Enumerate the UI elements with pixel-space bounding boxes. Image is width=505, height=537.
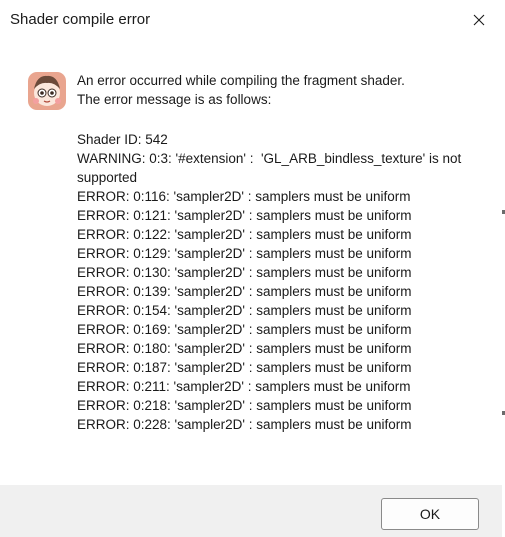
error-line: ERROR: 0:121: 'sampler2D' : samplers mus… [77, 208, 412, 223]
app-mascot-icon [28, 72, 66, 110]
error-line: ERROR: 0:139: 'sampler2D' : samplers mus… [77, 284, 412, 299]
error-line: ERROR: 0:187: 'sampler2D' : samplers mus… [77, 360, 412, 375]
error-line: ERROR: 0:228: 'sampler2D' : samplers mus… [77, 417, 412, 432]
error-line: ERROR: 0:218: 'sampler2D' : samplers mus… [77, 398, 412, 413]
title-bar: Shader compile error [0, 0, 502, 39]
error-line: ERROR: 0:169: 'sampler2D' : samplers mus… [77, 322, 412, 337]
ok-button[interactable]: OK [381, 498, 479, 530]
window-title: Shader compile error [10, 11, 151, 28]
error-line: ERROR: 0:129: 'sampler2D' : samplers mus… [77, 246, 412, 261]
button-bar: OK [0, 485, 502, 537]
error-line: ERROR: 0:116: 'sampler2D' : samplers mus… [77, 189, 411, 204]
error-line: ERROR: 0:130: 'sampler2D' : samplers mus… [77, 265, 412, 280]
error-line: ERROR: 0:122: 'sampler2D' : samplers mus… [77, 227, 412, 242]
error-details: Shader ID: 542 WARNING: 0:3: '#extension… [77, 130, 477, 434]
message-area: An error occurred while compiling the fr… [0, 39, 502, 485]
warning-line: WARNING: 0:3: '#extension' : 'GL_ARB_bin… [77, 151, 466, 185]
error-heading-line1: An error occurred while compiling the fr… [77, 73, 405, 88]
close-icon [473, 14, 485, 25]
error-line: ERROR: 0:180: 'sampler2D' : samplers mus… [77, 341, 412, 356]
shader-id-line: Shader ID: 542 [77, 132, 168, 147]
error-line: ERROR: 0:154: 'sampler2D' : samplers mus… [77, 303, 412, 318]
error-line: ERROR: 0:211: 'sampler2D' : samplers mus… [77, 379, 411, 394]
error-heading-line2: The error message is as follows: [77, 92, 272, 107]
close-button[interactable] [456, 0, 502, 39]
error-dialog: Shader compile error An error occurred w… [0, 0, 502, 537]
